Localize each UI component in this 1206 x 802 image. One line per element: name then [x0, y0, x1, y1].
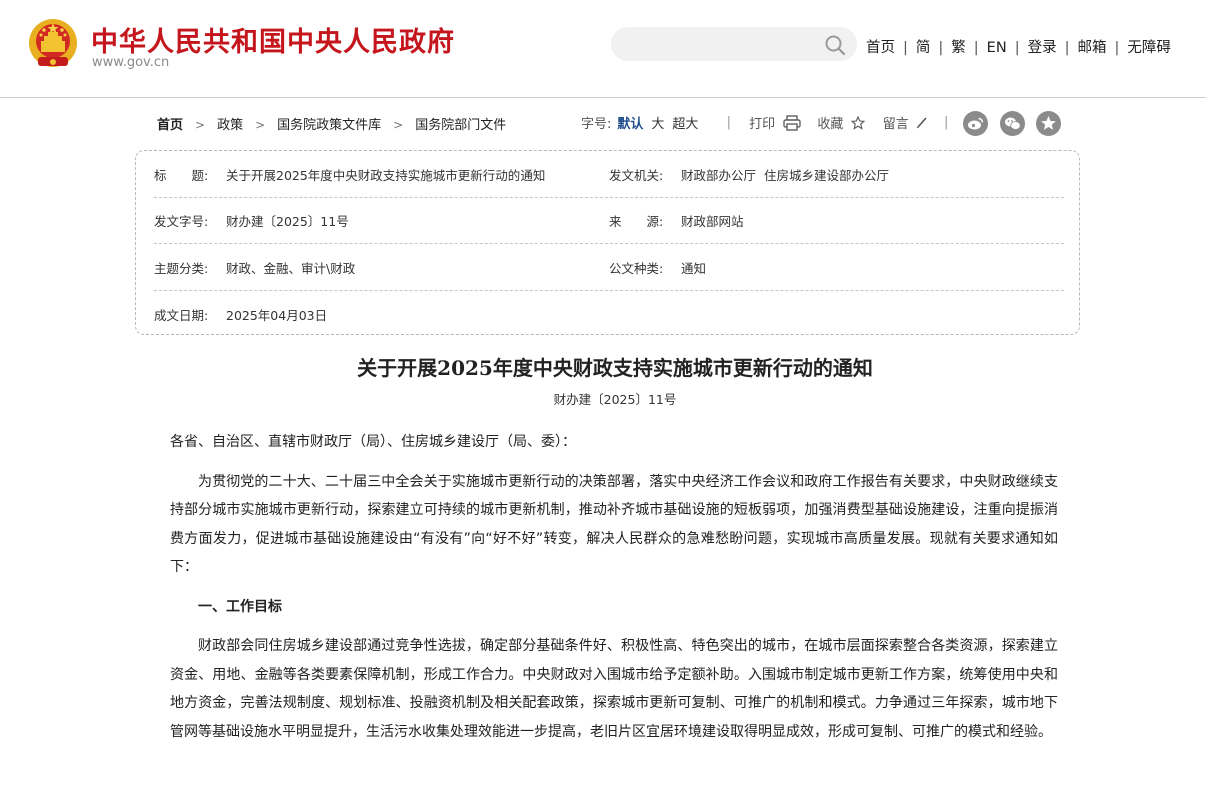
search-input[interactable]	[611, 27, 857, 61]
nav-separator: |	[1114, 40, 1120, 56]
breadcrumb: 首页 > 政策 > 国务院政策文件库 > 国务院部门文件	[157, 114, 506, 133]
breadcrumb-home[interactable]: 首页	[157, 118, 183, 133]
font-size-large[interactable]: 大	[651, 117, 664, 132]
comment-button[interactable]: 留言	[882, 115, 932, 132]
info-row: 发文字号: 财办建〔2025〕11号 来 源: 财政部网站	[154, 197, 1064, 244]
info-topic: 主题分类: 财政、金融、审计\财政	[154, 258, 355, 277]
nav-separator: |	[903, 40, 908, 56]
weibo-icon	[968, 117, 984, 130]
nav-separator: |	[973, 40, 979, 56]
info-row: 成文日期: 2025年04月03日	[154, 291, 1064, 337]
article-doc-number: 财办建〔2025〕11号	[553, 392, 677, 407]
info-issuer: 发文机关: 财政部办公厅 住房城乡建设部办公厅	[609, 165, 889, 184]
favorite-label: 收藏	[817, 117, 844, 132]
info-source: 来 源: 财政部网站	[609, 211, 744, 230]
nav-separator: |	[1064, 40, 1070, 56]
search-icon[interactable]	[824, 34, 846, 56]
article-toolbar: 字号: 默认大超大 | 打印 收藏 留言 |	[581, 113, 962, 132]
info-title: 标 题: 关于开展2025年度中央财政支持实施城市更新行动的通知	[154, 165, 545, 184]
info-date-label: 成文日期:	[154, 308, 209, 323]
font-size-label: 字号:	[581, 117, 612, 132]
info-doc-type: 公文种类: 通知	[609, 258, 706, 277]
info-date: 成文日期: 2025年04月03日	[154, 305, 327, 324]
chevron-right-icon: >	[255, 118, 266, 132]
printer-icon	[783, 114, 801, 131]
nav-accessibility[interactable]: 无障碍	[1127, 40, 1171, 56]
info-doc-type-value: 通知	[681, 261, 707, 276]
info-doc-number-value: 财办建〔2025〕11号	[226, 214, 349, 229]
breadcrumb-department-docs[interactable]: 国务院部门文件	[415, 118, 506, 133]
article-paragraph: 为贯彻党的二十大、二十届三中全会关于实施城市更新行动的决策部署，落实中央经济工作…	[170, 473, 1058, 576]
info-topic-label: 主题分类:	[154, 261, 209, 276]
info-doc-number: 发文字号: 财办建〔2025〕11号	[154, 211, 349, 230]
info-doc-type-label: 公文种类:	[609, 261, 664, 276]
info-doc-number-label: 发文字号:	[154, 214, 209, 229]
info-date-value: 2025年04月03日	[226, 308, 328, 323]
article-title: 关于开展2025年度中央财政支持实施城市更新行动的通知	[357, 356, 873, 380]
info-row: 标 题: 关于开展2025年度中央财政支持实施城市更新行动的通知 发文机关: 财政部…	[154, 151, 1064, 198]
weibo-share-button[interactable]	[963, 111, 988, 136]
nav-login[interactable]: 登录	[1028, 40, 1057, 56]
chevron-right-icon: >	[393, 118, 404, 132]
national-emblem-icon[interactable]	[28, 17, 78, 71]
site-url[interactable]: www.gov.cn	[92, 55, 169, 70]
nav-home[interactable]: 首页	[866, 40, 895, 56]
document-info-box: 标 题: 关于开展2025年度中央财政支持实施城市更新行动的通知 发文机关: 财政部…	[135, 150, 1080, 335]
article-section-heading: 一、工作目标	[198, 598, 282, 615]
comment-label: 留言	[882, 117, 909, 132]
breadcrumb-policy[interactable]: 政策	[217, 118, 243, 133]
info-source-label: 来 源:	[609, 214, 664, 229]
nav-simplified[interactable]: 简	[916, 40, 931, 56]
info-title-value: 关于开展2025年度中央财政支持实施城市更新行动的通知	[226, 168, 546, 183]
favorite-share-button[interactable]	[1036, 111, 1061, 136]
info-source-value: 财政部网站	[681, 214, 744, 229]
pencil-icon	[916, 117, 927, 129]
info-issuer-value: 财政部办公厅 住房城乡建设部办公厅	[681, 168, 889, 183]
site-header: 中华人民共和国中央人民政府 www.gov.cn 首页 | 简 | 繁 | EN | 登录 | 邮箱…	[0, 0, 1206, 98]
star-icon	[1041, 116, 1056, 130]
nav-english[interactable]: EN	[987, 40, 1007, 56]
toolbar-divider: |	[944, 115, 949, 130]
top-nav: 首页 | 简 | 繁 | EN | 登录 | 邮箱 | 无障碍	[866, 36, 1171, 57]
article-salutation: 各省、自治区、直辖市财政厅（局）、住房城乡建设厅（局、委）：	[170, 434, 576, 450]
wechat-icon	[1005, 117, 1021, 130]
nav-separator: |	[1014, 40, 1020, 56]
nav-mailbox[interactable]: 邮箱	[1077, 40, 1106, 56]
font-size-default[interactable]: 默认	[617, 117, 643, 132]
star-outline-icon	[850, 115, 865, 130]
article-paragraph: 财政部会同住房城乡建设部通过竞争性选拔，确定部分基础条件好、积极性高、特色突出的…	[170, 638, 1058, 740]
info-row: 主题分类: 财政、金融、审计\财政 公文种类: 通知	[154, 244, 1064, 291]
wechat-share-button[interactable]	[1000, 111, 1025, 136]
nav-separator: |	[938, 40, 944, 56]
site-title[interactable]: 中华人民共和国中央人民政府	[91, 20, 455, 59]
font-size-xlarge[interactable]: 超大	[672, 117, 698, 132]
info-issuer-label: 发文机关:	[609, 168, 664, 183]
print-button[interactable]: 打印	[749, 114, 805, 132]
print-label: 打印	[749, 117, 776, 132]
favorite-button[interactable]: 收藏	[817, 115, 868, 132]
chevron-right-icon: >	[195, 118, 206, 132]
toolbar-divider: |	[726, 115, 731, 130]
nav-traditional[interactable]: 繁	[951, 40, 966, 56]
info-topic-value: 财政、金融、审计\财政	[226, 261, 356, 276]
article-body: 各省、自治区、直辖市财政厅（局）、住房城乡建设厅（局、委）： 为贯彻党的二十大、…	[170, 428, 1058, 757]
info-title-label: 标 题:	[154, 168, 209, 183]
breadcrumb-policy-library[interactable]: 国务院政策文件库	[277, 118, 381, 133]
